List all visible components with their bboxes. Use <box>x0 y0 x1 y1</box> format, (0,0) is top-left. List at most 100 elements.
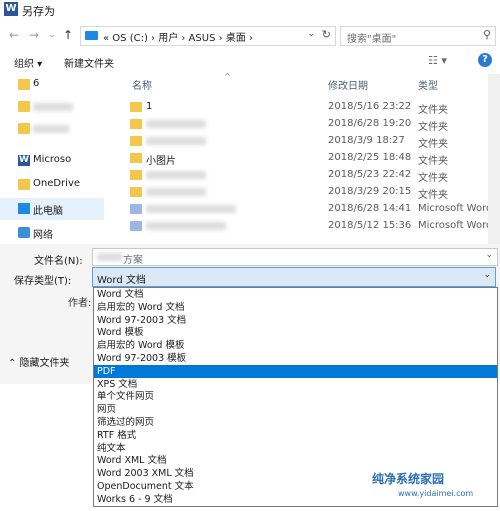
search-placeholder: 搜索"桌面" <box>347 34 397 45</box>
vertical-scrollbar[interactable] <box>488 74 500 244</box>
organize-button[interactable]: 组织 ▾ <box>14 55 42 70</box>
redacted-label <box>33 103 73 111</box>
computer-icon <box>18 203 30 214</box>
dropdown-option[interactable]: RTF 格式 <box>94 429 497 442</box>
folder-icon <box>130 153 142 163</box>
dropdown-option[interactable]: Word 97-2003 文档 <box>94 314 497 327</box>
nav-item-network[interactable]: 网络 <box>0 222 104 244</box>
column-header-type[interactable]: 类型 <box>418 77 438 92</box>
hide-folders-button[interactable]: ⌃ 隐藏文件夹 <box>8 354 70 369</box>
nav-item-folder[interactable] <box>0 118 104 140</box>
address-bar[interactable]: « OS (C:) › 用户 › ASUS › 桌面 › ⌄ ↻ <box>80 26 336 46</box>
up-arrow-icon[interactable]: ↑ <box>60 28 76 42</box>
nav-item-label: 此电脑 <box>33 206 63 217</box>
filetype-value: Word 文档 <box>97 275 146 286</box>
dropdown-option[interactable]: 纯文本 <box>94 442 497 455</box>
file-type: Microsoft Word <box>418 203 493 214</box>
nav-item-label: OneDrive <box>33 178 81 189</box>
file-date: 2018/6/28 14:41 <box>328 203 412 214</box>
file-name: 小图片 <box>146 156 176 167</box>
file-type: Microsoft Word <box>418 220 493 231</box>
author-label: 作者: <box>68 298 92 309</box>
folder-icon <box>18 101 30 112</box>
navigation-pane: 6 W Microso OneDrive 此电脑 网络 <box>0 74 104 244</box>
folder-icon <box>130 102 142 112</box>
dropdown-option[interactable]: Word 97-2003 模板 <box>94 352 497 365</box>
nav-item-folder[interactable] <box>0 96 104 118</box>
dropdown-option[interactable]: 筛选过的网页 <box>94 416 497 429</box>
column-header-name[interactable]: 名称 <box>132 77 152 92</box>
background-area <box>0 384 93 511</box>
window-title: 另存为 <box>22 5 55 18</box>
file-date: 2018/5/16 23:22 <box>328 101 412 112</box>
file-date: 2018/3/9 18:27 <box>328 135 405 146</box>
word-document-icon <box>130 204 142 214</box>
dropdown-option[interactable]: 启用宏的 Word 文档 <box>94 301 497 314</box>
redacted-name <box>146 188 206 196</box>
table-row[interactable]: 2018/5/12 15:36 Microsoft Word <box>104 217 500 234</box>
table-row[interactable]: 2018/5/23 22:42 文件夹 <box>104 166 500 184</box>
file-type: 文件夹 <box>418 190 448 201</box>
table-row[interactable]: 2018/3/29 20:15 文件夹 <box>104 183 500 201</box>
new-folder-button[interactable]: 新建文件夹 <box>64 55 114 70</box>
redacted-name <box>146 171 206 179</box>
dropdown-option[interactable]: 网页 <box>94 403 497 416</box>
redacted-label <box>33 125 69 133</box>
dropdown-option[interactable]: PDF <box>94 364 497 378</box>
chevron-down-icon[interactable]: ⌄ <box>483 270 491 280</box>
dropdown-option[interactable]: Word 文档 <box>94 288 497 301</box>
filename-field[interactable]: 方案 ⌄ <box>92 248 498 266</box>
folder-icon <box>18 179 30 190</box>
file-type: 文件夹 <box>418 139 448 150</box>
refresh-icon[interactable]: ↻ <box>322 28 331 41</box>
dropdown-option[interactable]: XPS 文档 <box>94 378 497 391</box>
column-header-date[interactable]: 修改日期 <box>328 77 368 92</box>
dropdown-option[interactable]: 启用宏的 Word 模板 <box>94 339 497 352</box>
dropdown-option[interactable]: 单个文件网页 <box>94 390 497 403</box>
folder-icon <box>130 136 142 146</box>
nav-item-this-pc[interactable]: 此电脑 <box>0 198 104 220</box>
view-options-icon[interactable]: ☷ ▾ <box>428 54 447 67</box>
chevron-down-icon[interactable]: ⌄ <box>307 29 315 39</box>
chevron-down-icon[interactable]: ⌄ <box>485 250 493 260</box>
table-row[interactable]: 1 2018/5/16 23:22 文件夹 <box>104 98 500 116</box>
redacted-name <box>146 137 206 145</box>
back-arrow-icon[interactable]: ← <box>6 28 22 42</box>
folder-icon <box>130 170 142 180</box>
redacted-name <box>146 205 236 213</box>
filetype-select[interactable]: Word 文档 ⌄ <box>92 267 496 287</box>
forward-arrow-icon[interactable]: → <box>26 28 42 42</box>
sort-up-icon: ^ <box>224 72 231 81</box>
filename-label: 文件名(N): <box>34 256 83 267</box>
file-type: 文件夹 <box>418 122 448 133</box>
nav-item-label: 网络 <box>33 230 53 241</box>
computer-icon <box>85 31 98 40</box>
file-date: 2018/5/23 22:42 <box>328 169 412 180</box>
nav-item-folder-6[interactable]: 6 <box>0 74 104 96</box>
dropdown-option[interactable]: Word XML 文档 <box>94 454 497 467</box>
breadcrumb[interactable]: « OS (C:) › 用户 › ASUS › 桌面 › <box>103 29 253 44</box>
table-row[interactable]: 2018/3/9 18:27 文件夹 <box>104 132 500 150</box>
redacted-name <box>146 222 226 230</box>
file-type: 文件夹 <box>418 173 448 184</box>
folder-icon <box>130 119 142 129</box>
filetype-label: 保存类型(T): <box>14 276 72 287</box>
file-type: 文件夹 <box>418 156 448 167</box>
file-date: 2018/2/25 18:48 <box>328 152 412 163</box>
help-icon[interactable]: ? <box>478 53 492 67</box>
table-row[interactable]: 2018/6/28 19:20 文件夹 <box>104 115 500 133</box>
dropdown-option[interactable]: Word 模板 <box>94 326 497 339</box>
network-icon <box>18 227 30 238</box>
nav-item-onedrive[interactable]: OneDrive <box>0 174 104 196</box>
watermark-text: 纯净系统家园 <box>372 472 445 486</box>
search-input[interactable]: 搜索"桌面" ⚲ <box>340 26 496 46</box>
recent-locations-icon[interactable]: ⌄ <box>44 28 60 42</box>
table-row[interactable]: 2018/6/28 14:41 Microsoft Word <box>104 200 500 217</box>
search-icon[interactable]: ⚲ <box>483 28 491 41</box>
table-row[interactable]: 小图片 2018/2/25 18:48 文件夹 <box>104 149 500 167</box>
word-document-icon <box>130 221 142 231</box>
file-date: 2018/5/12 15:36 <box>328 220 412 231</box>
word-app-icon: W <box>4 2 18 16</box>
nav-item-microsoft-word[interactable]: W Microso <box>0 150 104 172</box>
navigation-row: ← → ⌄ ↑ « OS (C:) › 用户 › ASUS › 桌面 › ⌄ ↻… <box>0 22 500 48</box>
